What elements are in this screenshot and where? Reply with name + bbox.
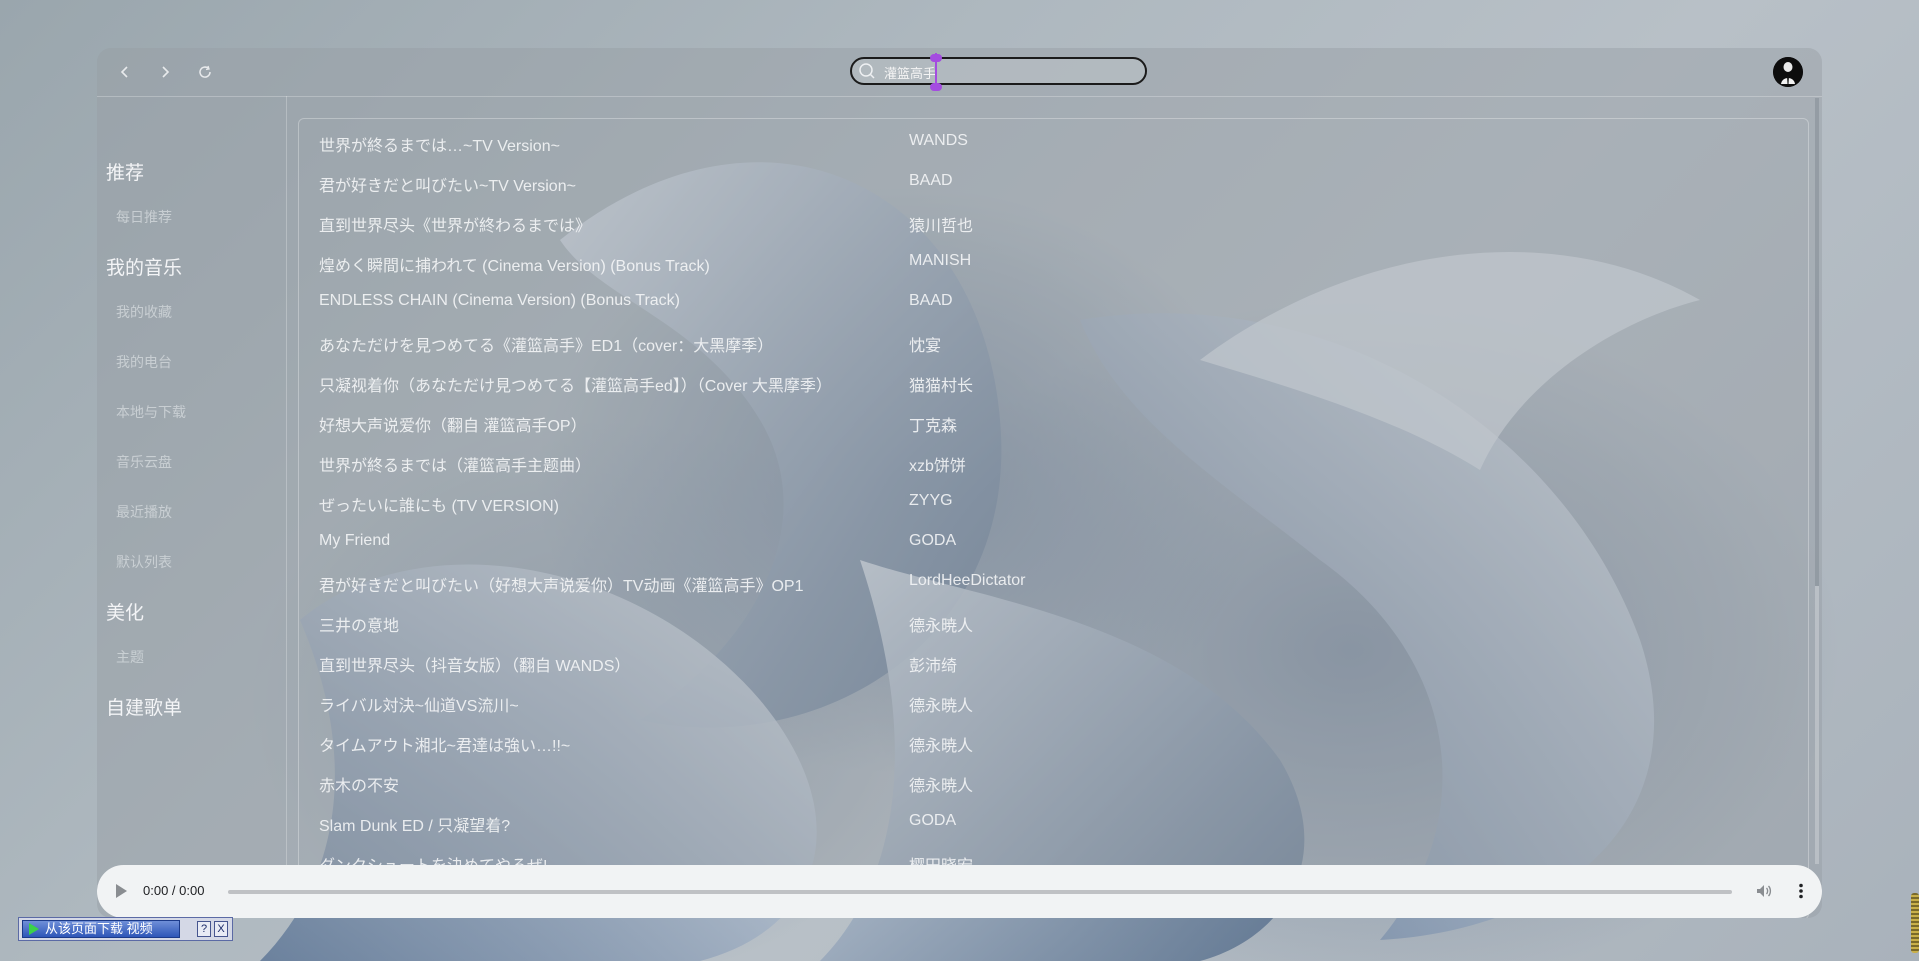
song-artist[interactable]: 德永暁人 [909, 692, 973, 716]
sidebar-item-favorites[interactable]: 我的收藏 [116, 302, 172, 322]
sidebar-section-my-music[interactable]: 我的音乐 [106, 253, 182, 280]
song-row[interactable]: 君が好きだと叫びたい~TV Version~ BAAD [299, 162, 1808, 202]
song-row[interactable]: 三井の意地 德永暁人 [299, 602, 1808, 642]
song-title: 只凝视着你（あなただけ見つめてる【灌篮高手ed】）（Cover 大黑摩季） [319, 378, 832, 395]
song-artist[interactable]: 忱宴 [909, 332, 941, 356]
volume-icon[interactable] [1754, 881, 1774, 901]
forward-button[interactable] [153, 60, 177, 84]
song-artist[interactable]: WANDS [909, 132, 968, 150]
refresh-icon [199, 65, 211, 78]
song-artist[interactable]: LordHeeDictator [909, 572, 1026, 590]
song-row[interactable]: タイムアウト湘北~君達は強い…!!~ 德永暁人 [299, 722, 1808, 762]
more-vertical-icon[interactable] [1791, 881, 1811, 901]
sidebar: 推荐 每日推荐 我的音乐 我的收藏 我的电台 本地与下载 音乐云盘 最近播放 默… [97, 96, 287, 918]
song-title: 三井の意地 [319, 618, 400, 635]
song-row[interactable]: 世界が終るまでは（灌篮高手主题曲） xzb饼饼 [299, 442, 1808, 482]
sidebar-item-radio[interactable]: 我的电台 [116, 352, 172, 372]
song-row[interactable]: 世界が終るまでは…~TV Version~ WANDS [299, 122, 1808, 162]
sidebar-item-cloud[interactable]: 音乐云盘 [116, 452, 172, 472]
sidebar-section-custom-playlists[interactable]: 自建歌单 [106, 693, 182, 720]
music-app-window: 推荐 每日推荐 我的音乐 我的收藏 我的电台 本地与下载 音乐云盘 最近播放 默… [97, 48, 1822, 918]
song-title: Slam Dunk ED / 只凝望着? [319, 818, 511, 835]
song-artist[interactable]: GODA [909, 532, 956, 550]
song-title: 君が好きだと叫びたい~TV Version~ [319, 178, 576, 195]
song-row[interactable]: Slam Dunk ED / 只凝望着? GODA [299, 802, 1808, 842]
song-title: ENDLESS CHAIN (Cinema Version) (Bonus Tr… [319, 292, 680, 309]
sidebar-section-recommend[interactable]: 推荐 [106, 158, 144, 185]
user-avatar-icon [1773, 57, 1803, 87]
song-row[interactable]: 君が好きだと叫びたい（好想大声说爱你）TV动画《灌篮高手》OP1 LordHeeD… [299, 562, 1808, 602]
song-title: 赤木の不安 [319, 778, 400, 795]
song-row[interactable]: ライバル対決~仙道VS流川~ 德永暁人 [299, 682, 1808, 722]
song-artist[interactable]: 德永暁人 [909, 732, 973, 756]
song-row[interactable]: 直到世界尽头（抖音女版）（翻自 WANDS） 彭沛绮 [299, 642, 1808, 682]
search-box[interactable] [850, 57, 1147, 85]
time-display: 0:00 / 0:00 [143, 883, 205, 898]
download-video-button[interactable]: 从该页面下载 视频 [22, 920, 180, 938]
vertical-scrollbar[interactable] [1815, 98, 1819, 864]
song-row[interactable]: 直到世界尽头《世界が終わるまでは》 猿川哲也 [299, 202, 1808, 242]
song-artist[interactable]: 猫猫村长 [909, 372, 973, 396]
play-icon[interactable] [113, 882, 129, 900]
song-title: 君が好きだと叫びたい（好想大声说爱你）TV动画《灌篮高手》OP1 [319, 578, 804, 595]
sidebar-item-default-list[interactable]: 默认列表 [116, 552, 172, 572]
song-title: 世界が終るまでは…~TV Version~ [319, 138, 560, 155]
song-title: 直到世界尽头（抖音女版）（翻自 WANDS） [319, 658, 631, 675]
chevron-right-icon [162, 66, 170, 78]
song-title: タイムアウト湘北~君達は強い…!!~ [319, 738, 571, 755]
caret-handle-top[interactable] [930, 54, 942, 62]
song-row[interactable]: ぜったいに誰にも (TV VERSION) ZYYG [299, 482, 1808, 522]
caret-handle-bottom[interactable] [930, 83, 942, 91]
search-icon [859, 63, 875, 79]
chevron-left-icon [120, 66, 128, 78]
song-row[interactable]: My Friend GODA [299, 522, 1808, 562]
close-button[interactable]: X [214, 921, 228, 937]
song-artist[interactable]: 猿川哲也 [909, 212, 973, 236]
resize-grip-icon[interactable] [1911, 893, 1919, 953]
song-artist[interactable]: 德永暁人 [909, 612, 973, 636]
sidebar-item-recent[interactable]: 最近播放 [116, 502, 172, 522]
song-title: 好想大声说爱你（翻自 灌篮高手OP） [319, 418, 587, 435]
song-row[interactable]: 好想大声说爱你（翻自 灌篮高手OP） 丁克森 [299, 402, 1808, 442]
song-title: 煌めく瞬間に捕われて (Cinema Version) (Bonus Track… [319, 258, 710, 275]
refresh-button[interactable] [193, 60, 217, 84]
song-title: 世界が終るまでは（灌篮高手主题曲） [319, 458, 592, 475]
song-title: ライバル対決~仙道VS流川~ [319, 698, 519, 715]
song-artist[interactable]: BAAD [909, 172, 953, 190]
download-video-label: 从该页面下载 视频 [45, 921, 153, 936]
search-input[interactable] [882, 62, 1136, 82]
back-button[interactable] [113, 60, 137, 84]
song-title: My Friend [319, 532, 391, 549]
sidebar-item-daily[interactable]: 每日推荐 [116, 207, 172, 227]
song-row[interactable]: 煌めく瞬間に捕われて (Cinema Version) (Bonus Track… [299, 242, 1808, 282]
avatar[interactable] [1773, 57, 1803, 87]
help-button[interactable]: ? [197, 921, 211, 937]
song-row[interactable]: あなただけを見つめてる《灌篮高手》ED1（cover：大黑摩季） 忱宴 [299, 322, 1808, 362]
play-triangle-icon [29, 923, 39, 935]
scrollbar-thumb[interactable] [1815, 98, 1819, 586]
sidebar-item-local-download[interactable]: 本地与下载 [116, 402, 186, 422]
progress-slider[interactable] [228, 890, 1732, 894]
song-title: あなただけを見つめてる《灌篮高手》ED1（cover：大黑摩季） [319, 338, 774, 355]
song-row[interactable]: 只凝视着你（あなただけ見つめてる【灌篮高手ed】）（Cover 大黑摩季） 猫猫村… [299, 362, 1808, 402]
song-artist[interactable]: 德永暁人 [909, 772, 973, 796]
song-artist[interactable]: MANISH [909, 252, 971, 270]
sidebar-item-theme[interactable]: 主题 [116, 647, 144, 667]
song-artist[interactable]: 彭沛绮 [909, 652, 957, 676]
audio-player: 0:00 / 0:00 [97, 865, 1822, 918]
song-artist[interactable]: BAAD [909, 292, 953, 310]
song-artist[interactable]: 丁克森 [909, 412, 957, 436]
song-title: 直到世界尽头《世界が終わるまでは》 [319, 218, 592, 235]
top-bar [97, 48, 1822, 97]
song-row[interactable]: ENDLESS CHAIN (Cinema Version) (Bonus Tr… [299, 282, 1808, 322]
song-artist[interactable]: xzb饼饼 [909, 452, 966, 476]
download-toolbar: 从该页面下载 视频 ? X [18, 917, 233, 941]
song-title: ぜったいに誰にも (TV VERSION) [319, 498, 560, 515]
song-artist[interactable]: ZYYG [909, 492, 953, 510]
song-artist[interactable]: GODA [909, 812, 956, 830]
sidebar-section-beautify[interactable]: 美化 [106, 598, 144, 625]
song-row[interactable]: 赤木の不安 德永暁人 [299, 762, 1808, 802]
song-list: 世界が終るまでは…~TV Version~ WANDS 君が好きだと叫びたい~TV… [298, 118, 1809, 918]
